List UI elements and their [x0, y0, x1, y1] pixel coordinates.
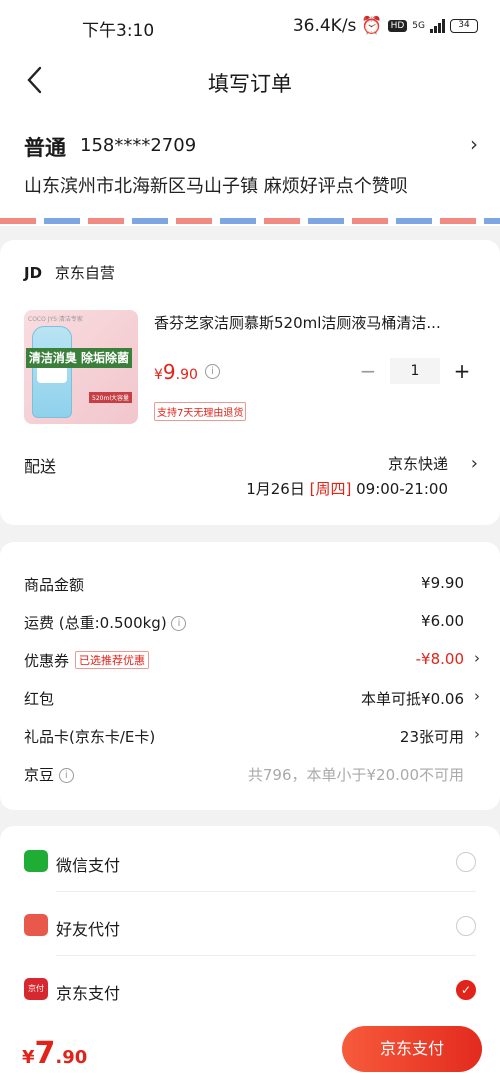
submit-order-button[interactable]: 京东支付: [342, 1026, 482, 1072]
address-tag: 普通: [24, 136, 66, 160]
payment-label: 京东支付: [56, 984, 121, 1003]
delivery-time[interactable]: 1月26日 [周四] 09:00-21:00: [246, 478, 448, 499]
wechat-pay-icon: [24, 850, 48, 872]
coupon-label: 优惠券 已选推荐优惠: [24, 650, 150, 671]
shop-card: JD 京东自营 COCO JYS·清洁专家 清洁消臭 除垢除菌 520ml大容量…: [0, 240, 500, 525]
goods-amount-value: ¥9.90: [421, 574, 464, 592]
shop-header: JD 京东自营: [24, 262, 115, 283]
hongbao-label: 红包: [24, 690, 55, 708]
alarm-icon: ⏰: [361, 16, 383, 36]
coupon-value: -¥8.00: [415, 650, 464, 668]
envelope-stripe: [0, 218, 500, 224]
network-type: 5G: [412, 21, 425, 31]
delivery-date: 1月26日: [246, 480, 305, 498]
payment-card: 微信支付 好友代付 京付 京东支付 ✓: [0, 826, 500, 1036]
radio-button-checked[interactable]: ✓: [456, 980, 476, 1000]
jingdou-label: 京豆 i: [24, 764, 74, 785]
price-int: 9: [162, 360, 176, 384]
payment-option-wechat[interactable]: 微信支付: [0, 828, 500, 892]
shipping-value: ¥6.00: [421, 612, 464, 630]
radio-button[interactable]: [456, 852, 476, 872]
delivery-label: 配送: [24, 457, 57, 476]
status-bar: 下午3:10 36.4K/s ⏰ HD 5G 34: [0, 0, 500, 52]
total-currency: ¥: [22, 1047, 35, 1068]
payment-label: 微信支付: [56, 856, 121, 875]
shipping-label: 运费 (总重:0.500kg) i: [24, 612, 187, 633]
status-time: 下午3:10: [82, 21, 155, 41]
chevron-right-icon[interactable]: ›: [471, 453, 478, 474]
total-int: 7: [34, 1036, 56, 1071]
fee-row-coupon[interactable]: 优惠券 已选推荐优惠 -¥8.00 ›: [24, 649, 480, 674]
payment-label: 好友代付: [56, 920, 121, 939]
payment-option-jd[interactable]: 京付 京东支付 ✓: [0, 956, 500, 1020]
chevron-right-icon: ›: [474, 725, 480, 743]
nav-bar: 填写订单: [0, 52, 500, 108]
total-dec: .90: [55, 1047, 88, 1068]
jd-pay-icon: 京付: [24, 978, 48, 1000]
plus-button[interactable]: +: [448, 359, 476, 383]
product-price: ¥9.90: [154, 360, 198, 384]
price-dec: .90: [175, 367, 198, 383]
info-icon[interactable]: i: [205, 364, 220, 379]
address-card[interactable]: 普通 158****2709 › 山东滨州市北海新区马山子镇 麻烦好评点个赞呗: [0, 108, 500, 226]
coupon-badge: 已选推荐优惠: [75, 651, 150, 669]
chevron-right-icon: ›: [474, 687, 480, 705]
giftcard-value: 23张可用: [399, 728, 464, 746]
address-detail: 山东滨州市北海新区马山子镇 麻烦好评点个赞呗: [24, 176, 408, 197]
delivery-window: 09:00-21:00: [356, 480, 448, 498]
product-image-brand: COCO JYS·清洁专家: [28, 316, 83, 323]
bottle-illustration: [32, 326, 72, 418]
payment-option-friend[interactable]: 好友代付: [0, 892, 500, 956]
product-image-tag: 清洁消臭 除垢除菌: [25, 348, 132, 368]
return-policy-tag: 支持7天无理由退货: [154, 402, 247, 421]
info-icon[interactable]: i: [171, 616, 187, 631]
jingdou-value: 共796，本单小于¥20.00不可用: [247, 766, 464, 784]
delivery-weekday: [周四]: [309, 480, 352, 498]
bottom-bar: ¥7.90 京东支付: [0, 1016, 500, 1083]
friend-pay-icon: [24, 914, 48, 936]
fee-row-hongbao[interactable]: 红包 本单可抵¥0.06 ›: [24, 687, 480, 712]
product-title[interactable]: 香芬芝家洁厕慕斯520ml洁厕液马桶清洁...: [154, 312, 474, 333]
giftcard-label: 礼品卡(京东卡/E卡): [24, 728, 156, 746]
price-currency: ¥: [154, 367, 163, 383]
quantity-input[interactable]: 1: [390, 358, 440, 384]
info-icon[interactable]: i: [58, 768, 74, 783]
fee-card: 商品金额 ¥9.90 运费 (总重:0.500kg) i ¥6.00 优惠券 已选…: [0, 542, 500, 810]
hongbao-value: 本单可抵¥0.06: [361, 690, 464, 708]
radio-button[interactable]: [456, 916, 476, 936]
address-phone: 158****2709: [80, 135, 197, 156]
jd-logo-icon: JD: [24, 264, 43, 282]
chevron-right-icon: ›: [470, 132, 478, 156]
shop-name: 京东自营: [54, 264, 115, 282]
fee-row-shipping: 运费 (总重:0.500kg) i ¥6.00: [24, 612, 476, 636]
goods-amount-label: 商品金额: [24, 576, 85, 594]
fee-row-giftcard[interactable]: 礼品卡(京东卡/E卡) 23张可用 ›: [24, 725, 480, 750]
quantity-stepper: − 1 +: [354, 358, 476, 384]
product-image[interactable]: COCO JYS·清洁专家 清洁消臭 除垢除菌 520ml大容量: [24, 310, 138, 424]
battery-icon: 34: [450, 19, 478, 33]
page-title: 填写订单: [208, 72, 292, 96]
minus-button[interactable]: −: [354, 359, 382, 383]
total-price: ¥7.90: [22, 1036, 87, 1071]
product-image-volume: 520ml大容量: [89, 392, 132, 403]
fee-row-jingdou: 京豆 i 共796，本单小于¥20.00不可用: [24, 764, 476, 788]
fee-row-goods: 商品金额 ¥9.90: [24, 574, 476, 598]
network-speed: 36.4K/s: [292, 16, 357, 36]
hd-icon: HD: [387, 20, 408, 32]
status-icons: 36.4K/s ⏰ HD 5G 34: [293, 16, 478, 36]
signal-icon: [430, 19, 445, 33]
chevron-right-icon: ›: [474, 649, 480, 667]
delivery-company[interactable]: 京东快递: [388, 453, 448, 474]
